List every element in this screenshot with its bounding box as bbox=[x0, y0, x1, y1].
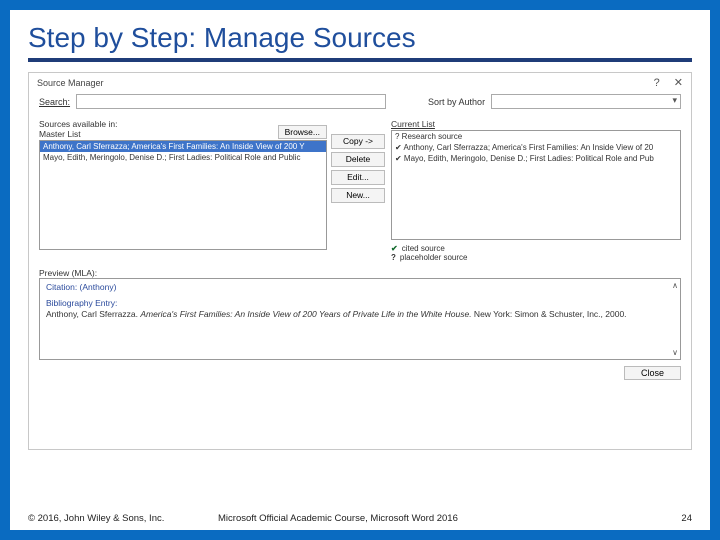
help-icon[interactable]: ? bbox=[654, 77, 660, 89]
current-listbox[interactable]: ? Research source ✔ Anthony, Carl Sferra… bbox=[391, 130, 681, 240]
list-item[interactable]: Mayo, Edith, Meringolo, Denise D.; First… bbox=[40, 152, 326, 163]
search-input[interactable] bbox=[76, 94, 386, 109]
bibliography-label: Bibliography Entry: bbox=[46, 298, 674, 308]
question-icon: ? bbox=[391, 253, 396, 262]
close-button[interactable]: Close bbox=[624, 366, 681, 380]
scroll-down-icon[interactable]: ∨ bbox=[672, 348, 678, 357]
dialog-titlebar: Source Manager ? ✕ bbox=[29, 73, 691, 92]
new-button[interactable]: New... bbox=[331, 188, 385, 203]
dialog-title: Source Manager bbox=[37, 78, 104, 88]
sort-label: Sort by Author bbox=[428, 97, 485, 107]
master-list-label-1: Sources available in: bbox=[39, 119, 117, 129]
scroll-up-icon[interactable]: ∧ bbox=[672, 281, 678, 290]
footer-page-number: 24 bbox=[681, 513, 692, 524]
edit-button[interactable]: Edit... bbox=[331, 170, 385, 185]
list-item[interactable]: ✔ Anthony, Carl Sferrazza; America's Fir… bbox=[392, 142, 680, 153]
list-item[interactable]: ? Research source bbox=[392, 131, 680, 142]
legend-cited: cited source bbox=[402, 244, 445, 253]
slide-title: Step by Step: Manage Sources bbox=[28, 22, 692, 62]
master-list-label-2: Master List bbox=[39, 129, 117, 139]
master-listbox[interactable]: Anthony, Carl Sferrazza; America's First… bbox=[39, 140, 327, 250]
citation-text: Citation: (Anthony) bbox=[46, 282, 674, 292]
check-icon: ✔ bbox=[391, 244, 398, 253]
list-item[interactable]: Anthony, Carl Sferrazza; America's First… bbox=[40, 141, 326, 152]
legend: ✔ cited source ? placeholder source bbox=[391, 244, 681, 262]
footer-copyright: © 2016, John Wiley & Sons, Inc. bbox=[28, 513, 164, 524]
current-list-label: Current List bbox=[391, 119, 681, 129]
list-item[interactable]: ✔ Mayo, Edith, Meringolo, Denise D.; Fir… bbox=[392, 153, 680, 164]
preview-box: ∧ Citation: (Anthony) Bibliography Entry… bbox=[39, 278, 681, 360]
sort-select[interactable] bbox=[491, 94, 681, 109]
slide-footer: © 2016, John Wiley & Sons, Inc. Microsof… bbox=[28, 513, 692, 524]
legend-placeholder: placeholder source bbox=[400, 253, 468, 262]
copy-button[interactable]: Copy -> bbox=[331, 134, 385, 149]
search-label: Search: bbox=[39, 97, 70, 107]
window-close-icon[interactable]: ✕ bbox=[674, 76, 683, 89]
footer-course: Microsoft Official Academic Course, Micr… bbox=[218, 513, 458, 524]
preview-label: Preview (MLA): bbox=[39, 268, 681, 278]
bibliography-entry: Anthony, Carl Sferrazza. America's First… bbox=[46, 309, 674, 320]
delete-button[interactable]: Delete bbox=[331, 152, 385, 167]
source-manager-dialog: Source Manager ? ✕ Search: Sort by Autho… bbox=[28, 72, 692, 450]
browse-button[interactable]: Browse... bbox=[278, 125, 327, 139]
